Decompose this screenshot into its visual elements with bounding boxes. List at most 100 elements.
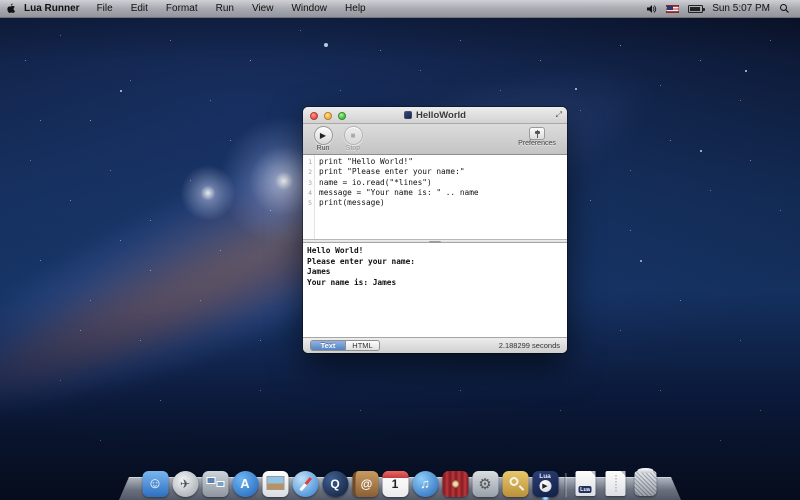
preferences-button[interactable]: Preferences	[511, 127, 563, 147]
lua-document-badge: Lua	[578, 486, 592, 493]
photo-booth-curtain-icon	[442, 471, 468, 497]
fullscreen-icon[interactable]: ⤢	[556, 110, 562, 120]
dock-item-zip-document[interactable]	[602, 470, 629, 497]
line-number: 4	[303, 188, 314, 198]
app-window-helloworld: HelloWorld ⤢ ▶ Run ■ Stop Preferences 1 …	[303, 107, 567, 353]
menu-window[interactable]: Window	[282, 0, 336, 18]
dock-item-system-preferences[interactable]: ⚙	[472, 470, 499, 497]
output-line: James	[307, 267, 563, 278]
traffic-lights	[310, 112, 346, 120]
gear-icon: ⚙	[472, 471, 498, 497]
pane-splitter[interactable]	[303, 239, 567, 243]
dock-item-quicktime[interactable]: Q	[322, 470, 349, 497]
dock-item-lua-document[interactable]: Lua	[572, 470, 599, 497]
output-mode-segmented-control: Text HTML	[310, 340, 380, 351]
elapsed-time: 2.188299 seconds	[499, 341, 560, 350]
window-toolbar: ▶ Run ■ Stop Preferences	[303, 124, 567, 155]
code-editor[interactable]: 1 2 3 4 5 print "Hello World!" print "Pl…	[303, 155, 567, 239]
dock-item-mission-control[interactable]	[202, 470, 229, 497]
run-button-label: Run	[309, 145, 337, 152]
dock-item-trash[interactable]	[632, 470, 659, 497]
preferences-button-label: Preferences	[511, 140, 563, 147]
launchpad-icon: ✈	[172, 471, 198, 497]
dock-item-itunes[interactable]: ♫	[412, 470, 439, 497]
apple-menu[interactable]	[0, 2, 20, 15]
magnifier-box-icon	[502, 471, 528, 497]
calendar-icon: 1	[382, 471, 408, 497]
menu-bar-status: Sun 5:07 PM	[646, 3, 800, 14]
window-status-bar: Text HTML 2.188299 seconds	[303, 337, 567, 353]
lua-runner-icon: Lua ▶	[532, 471, 558, 497]
dock-item-contacts[interactable]: @	[352, 470, 379, 497]
line-number: 2	[303, 167, 314, 177]
minimize-button[interactable]	[324, 112, 332, 120]
window-title-bar[interactable]: HelloWorld ⤢	[303, 107, 567, 124]
line-number: 1	[303, 157, 314, 167]
battery-icon[interactable]	[688, 5, 703, 13]
app-store-icon: A	[232, 471, 258, 497]
output-line: Hello World!	[307, 246, 563, 257]
finder-icon: ☺	[142, 471, 168, 497]
output-line: Please enter your name:	[307, 257, 563, 268]
menu-edit[interactable]: Edit	[122, 0, 157, 18]
document-proxy-icon[interactable]	[404, 111, 412, 119]
splitter-grab-handle[interactable]	[429, 241, 441, 243]
lua-runner-play-icon: ▶	[539, 480, 551, 492]
zoom-button[interactable]	[338, 112, 346, 120]
spotlight-icon[interactable]	[779, 3, 790, 14]
zip-document-icon	[605, 471, 625, 496]
dock-separator	[565, 473, 566, 497]
stop-button[interactable]: ■ Stop	[339, 126, 367, 152]
menu-view[interactable]: View	[243, 0, 283, 18]
menu-file[interactable]: File	[88, 0, 122, 18]
dock-item-calendar[interactable]: 1	[382, 470, 409, 497]
window-title-group: HelloWorld	[404, 110, 466, 121]
trash-icon	[634, 471, 656, 496]
dock-item-finder[interactable]: ☺	[142, 470, 169, 497]
dock-item-launchpad[interactable]: ✈	[172, 470, 199, 497]
dock: ☺ ✈ A Q @ 1 ♫ ⚙ Lua ▶	[142, 470, 659, 497]
code-line[interactable]: print "Hello World!"	[319, 157, 567, 167]
run-button[interactable]: ▶ Run	[309, 126, 337, 152]
dock-item-archive-utility[interactable]	[502, 470, 529, 497]
line-number: 5	[303, 198, 314, 208]
contacts-book-icon: @	[352, 471, 378, 497]
dock-item-app-store[interactable]: A	[232, 470, 259, 497]
code-text[interactable]: print "Hello World!" print "Please enter…	[315, 155, 567, 239]
code-line[interactable]: print(message)	[319, 198, 567, 208]
stop-button-label: Stop	[339, 145, 367, 152]
dock-item-preview[interactable]	[262, 470, 289, 497]
run-play-icon: ▶	[320, 131, 326, 140]
preview-icon	[262, 471, 288, 497]
output-line: Your name is: James	[307, 278, 563, 289]
menu-bar: Lua Runner File Edit Format Run View Win…	[0, 0, 800, 18]
menu-bar-clock[interactable]: Sun 5:07 PM	[712, 3, 770, 14]
dock-item-lua-runner[interactable]: Lua ▶	[532, 470, 559, 497]
mission-control-icon	[202, 471, 228, 497]
menu-app-name[interactable]: Lua Runner	[20, 0, 88, 18]
apple-logo-icon	[5, 2, 16, 15]
window-title: HelloWorld	[416, 110, 466, 121]
dock-item-safari[interactable]	[292, 470, 319, 497]
dock-item-photo-booth[interactable]	[442, 470, 469, 497]
code-line[interactable]: message = "Your name is: " .. name	[319, 188, 567, 198]
slider-icon	[534, 130, 541, 138]
itunes-icon: ♫	[412, 471, 438, 497]
code-line[interactable]: name = io.read("*lines")	[319, 178, 567, 188]
close-button[interactable]	[310, 112, 318, 120]
menu-run[interactable]: Run	[207, 0, 243, 18]
volume-icon[interactable]	[646, 4, 657, 14]
line-number-gutter: 1 2 3 4 5	[303, 155, 315, 239]
code-line[interactable]: print "Please enter your name:"	[319, 167, 567, 177]
tab-text[interactable]: Text	[311, 341, 345, 350]
line-number: 3	[303, 178, 314, 188]
lua-runner-icon-label: Lua	[532, 473, 558, 480]
input-language-flag-icon[interactable]	[666, 5, 679, 13]
stop-square-icon: ■	[351, 131, 356, 140]
output-pane[interactable]: Hello World! Please enter your name: Jam…	[303, 243, 567, 337]
quicktime-icon: Q	[322, 471, 348, 497]
menu-format[interactable]: Format	[157, 0, 207, 18]
tab-html[interactable]: HTML	[345, 341, 379, 350]
menu-help[interactable]: Help	[336, 0, 375, 18]
lua-document-icon: Lua	[575, 471, 595, 496]
